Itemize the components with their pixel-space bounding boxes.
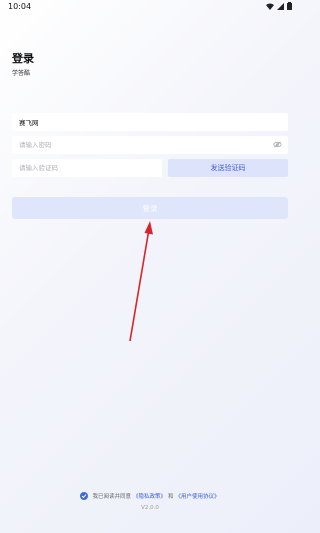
annotation-arrow <box>129 221 153 342</box>
send-code-button[interactable]: 发送验证码 <box>168 159 288 177</box>
status-icons <box>266 2 292 10</box>
version-label: V2.0.0 <box>141 505 159 511</box>
status-bar: 10:04 <box>0 0 300 14</box>
status-time: 10:04 <box>8 2 32 11</box>
privacy-policy-link[interactable]: 《隐私政策》 <box>133 492 166 500</box>
wifi-icon <box>266 3 274 10</box>
user-agreement-link[interactable]: 《用户使用协议》 <box>176 492 220 500</box>
username-value: 赛飞网 <box>19 119 39 127</box>
password-input[interactable] <box>19 141 288 149</box>
username-field[interactable]: 赛飞网 <box>12 113 288 131</box>
agreement-prefix: 我已阅读并同意 <box>92 494 131 500</box>
agreement: 我已阅读并同意 《隐私政策》 和 《用户使用协议》 <box>0 492 300 500</box>
agreement-and: 和 <box>168 494 174 500</box>
code-field[interactable] <box>12 159 162 177</box>
password-field[interactable] <box>12 136 288 154</box>
battery-icon <box>287 2 292 10</box>
page-title: 登录 <box>12 52 34 65</box>
login-button[interactable]: 登录 <box>12 197 288 219</box>
page-subtitle: 学答酷 <box>12 70 31 77</box>
eye-slash-icon[interactable] <box>273 141 282 148</box>
signal-icon <box>277 2 284 10</box>
check-icon[interactable] <box>80 492 89 500</box>
code-input[interactable] <box>19 164 162 172</box>
